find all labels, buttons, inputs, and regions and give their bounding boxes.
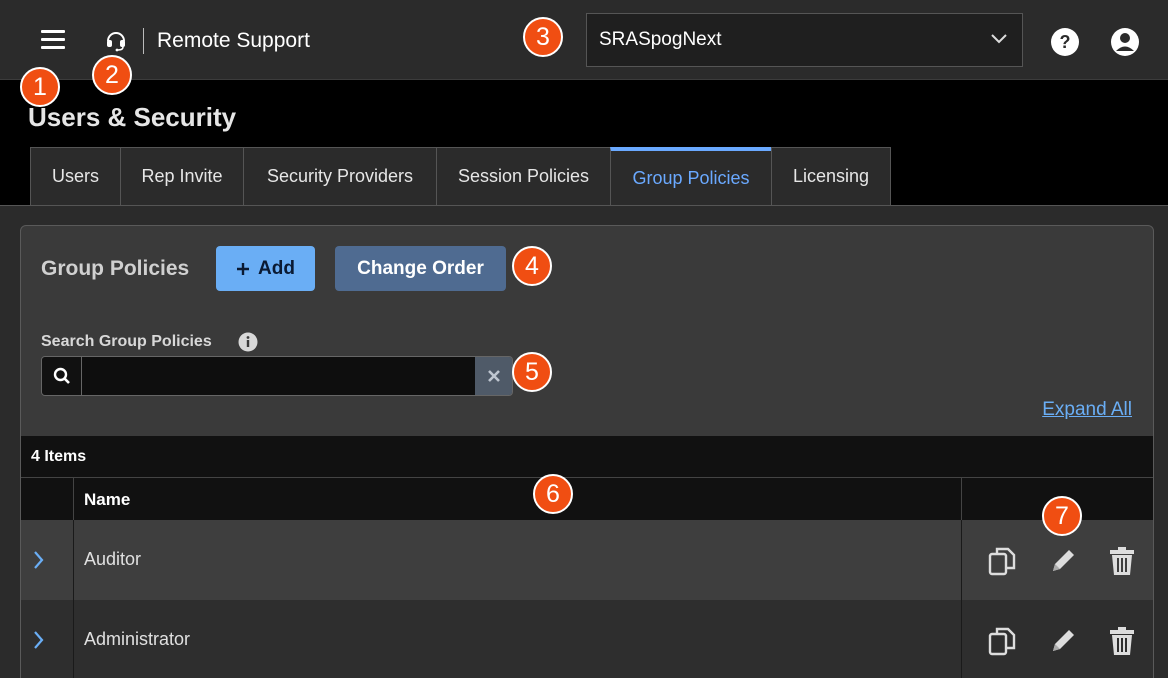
column-divider	[961, 478, 962, 520]
change-order-button[interactable]: Change Order	[335, 246, 506, 291]
table-row: Auditor	[21, 520, 1153, 600]
top-bar: Remote Support SRASpogNext ?	[0, 0, 1168, 80]
trash-icon[interactable]	[1107, 545, 1137, 577]
row-name: Administrator	[84, 629, 191, 649]
row-divider	[73, 520, 74, 600]
trash-icon[interactable]	[1107, 625, 1137, 657]
tab-group-policies[interactable]: Group Policies	[610, 147, 771, 206]
site-selector[interactable]: SRASpogNext	[586, 13, 1023, 67]
column-divider	[73, 478, 74, 520]
search-label: Search Group Policies	[41, 333, 212, 350]
add-button-label: Add	[258, 257, 295, 279]
tab-users[interactable]: Users	[30, 147, 120, 206]
clear-search-button[interactable]	[475, 357, 512, 395]
page-title: Users & Security	[28, 102, 237, 132]
edit-icon[interactable]	[1047, 545, 1077, 577]
tab-bar: Users Rep Invite Security Providers Sess…	[30, 147, 891, 206]
item-count: 4 Items	[21, 436, 1153, 478]
tab-session-policies[interactable]: Session Policies	[436, 147, 610, 206]
callout-marker: 1	[20, 67, 60, 107]
search-group	[41, 356, 513, 396]
hamburger-menu-icon[interactable]	[41, 30, 65, 50]
tab-licensing[interactable]: Licensing	[771, 147, 891, 206]
callout-marker: 5	[512, 352, 552, 392]
user-icon[interactable]	[1110, 27, 1140, 57]
chevron-right-icon[interactable]	[29, 548, 49, 572]
callout-marker: 6	[533, 474, 573, 514]
row-divider	[961, 600, 962, 678]
callout-marker: 7	[1042, 496, 1082, 536]
edit-icon[interactable]	[1047, 625, 1077, 657]
add-button[interactable]: Add	[216, 246, 315, 291]
copy-icon[interactable]	[987, 625, 1017, 657]
help-icon[interactable]: ?	[1050, 27, 1080, 57]
search-icon	[42, 357, 82, 395]
chevron-right-icon[interactable]	[29, 628, 49, 652]
column-header-name[interactable]: Name	[84, 490, 130, 510]
tab-rep-invite[interactable]: Rep Invite	[120, 147, 243, 206]
info-icon[interactable]	[238, 332, 258, 352]
panel-title: Group Policies	[41, 257, 190, 280]
callout-marker: 2	[92, 55, 132, 95]
headset-icon	[107, 32, 125, 52]
chevron-down-icon	[991, 34, 1007, 44]
tab-security-providers[interactable]: Security Providers	[243, 147, 436, 206]
row-name: Auditor	[84, 549, 142, 569]
close-icon	[487, 370, 500, 382]
table-row: Administrator	[21, 600, 1153, 678]
app-title: Remote Support	[157, 29, 310, 52]
svg-text:?: ?	[1060, 32, 1071, 52]
copy-icon[interactable]	[987, 545, 1017, 577]
table-header: Name	[21, 478, 1153, 520]
plus-icon	[237, 262, 250, 275]
brand-divider	[143, 28, 144, 54]
row-divider	[73, 600, 74, 678]
search-input[interactable]	[82, 357, 475, 395]
callout-marker: 4	[512, 246, 552, 286]
row-divider	[961, 520, 962, 600]
expand-all-link[interactable]: Expand All	[1042, 399, 1132, 421]
site-selector-value: SRASpogNext	[599, 29, 722, 50]
group-policies-panel: Group Policies Add Change Order Search G…	[20, 225, 1154, 678]
callout-marker: 3	[523, 17, 563, 57]
